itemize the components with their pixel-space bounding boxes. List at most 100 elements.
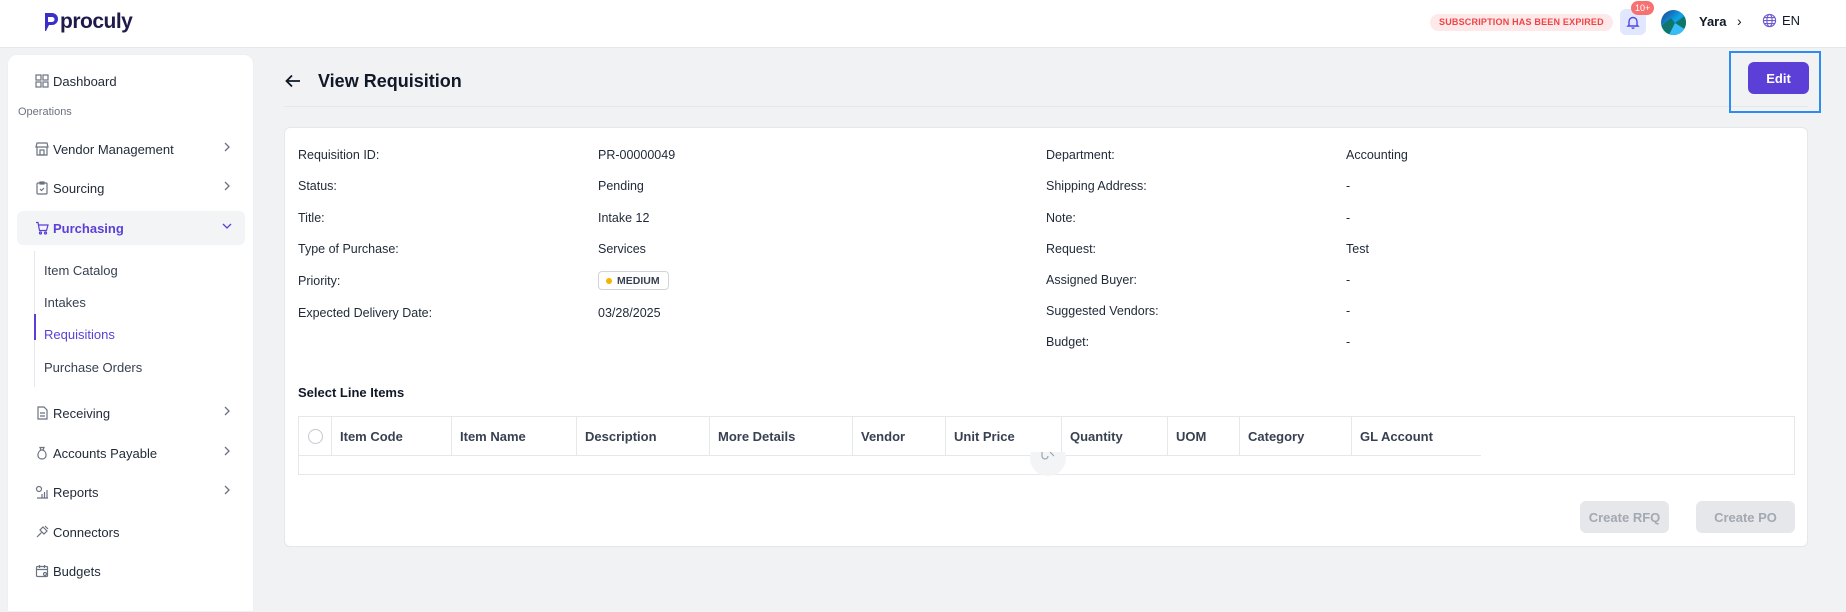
sidebar-item-label: Dashboard xyxy=(53,73,117,89)
priority-dot-icon xyxy=(606,277,612,284)
create-po-button[interactable]: Create PO xyxy=(1696,501,1795,533)
back-arrow-icon[interactable] xyxy=(284,72,302,90)
value-note: - xyxy=(1346,211,1351,225)
cart-icon xyxy=(36,221,49,235)
avatar-image-icon xyxy=(1661,15,1686,35)
priority-badge: MEDIUM xyxy=(598,271,669,290)
plug-icon xyxy=(36,525,49,538)
column-header-quantity[interactable]: Quantity xyxy=(1062,417,1168,456)
line-items-title: Select Line Items xyxy=(298,385,405,400)
dashboard-icon xyxy=(35,74,49,88)
sidebar-item-label: Budgets xyxy=(53,563,101,579)
sidebar-item-purchasing[interactable]: Purchasing xyxy=(17,211,245,245)
store-icon xyxy=(35,142,49,156)
sidebar-item-label: Receiving xyxy=(53,405,111,421)
line-items-table: Item Code Item Name Description More Det… xyxy=(298,416,1795,476)
value-expected-delivery-date: 03/28/2025 xyxy=(598,306,661,320)
logo[interactable]: proculy xyxy=(42,10,133,34)
column-header-description[interactable]: Description xyxy=(577,417,710,456)
value-budget: - xyxy=(1346,335,1351,349)
value-title: Intake 12 xyxy=(598,211,650,225)
active-indicator xyxy=(34,314,36,340)
empty-state-icon xyxy=(1030,452,1066,476)
label-budget: Budget: xyxy=(1046,335,1090,349)
purchasing-submenu: Item Catalog Intakes Requisitions Purcha… xyxy=(34,251,234,387)
value-suggested-vendors: - xyxy=(1346,304,1351,318)
label-shipping-address: Shipping Address: xyxy=(1046,179,1147,193)
label-title: Title: xyxy=(298,211,325,225)
avatar[interactable] xyxy=(1661,10,1686,35)
label-requisition-id: Requisition ID: xyxy=(298,148,380,162)
sidebar-item-label: Connectors xyxy=(53,524,120,540)
column-header-item-name[interactable]: Item Name xyxy=(452,417,577,456)
sidebar-subitem-intakes[interactable]: Intakes xyxy=(44,295,86,310)
column-header-unit-price[interactable]: Unit Price xyxy=(946,417,1062,456)
table-header: Item Code Item Name Description More Det… xyxy=(299,417,1481,456)
priority-value: MEDIUM xyxy=(617,274,660,287)
column-header-uom[interactable]: UOM xyxy=(1168,417,1240,456)
notification-count-badge: 10+ xyxy=(1631,1,1655,15)
value-shipping-address: - xyxy=(1346,179,1351,193)
label-expected-delivery-date: Expected Delivery Date: xyxy=(298,306,433,320)
sidebar-item-label: Purchasing xyxy=(53,220,124,236)
sidebar: Dashboard Operations Vendor Management S… xyxy=(7,54,254,612)
select-all-cell xyxy=(299,417,332,456)
globe-icon xyxy=(1762,13,1777,28)
label-type-of-purchase: Type of Purchase: xyxy=(298,242,399,256)
chevron-right-icon xyxy=(224,485,230,495)
chevron-right-icon xyxy=(224,406,230,416)
bell-icon xyxy=(1626,16,1640,29)
subscription-expired-badge[interactable]: SUBSCRIPTION HAS BEEN EXPIRED xyxy=(1430,14,1613,31)
sidebar-item-connectors[interactable]: Connectors xyxy=(17,515,245,549)
value-request: Test xyxy=(1346,242,1369,256)
label-status: Status: xyxy=(298,179,337,193)
label-priority: Priority: xyxy=(298,274,341,288)
value-type-of-purchase: Services xyxy=(598,242,646,256)
sidebar-item-reports[interactable]: Reports xyxy=(17,475,245,509)
section-label-operations: Operations xyxy=(18,106,72,118)
label-note: Note: xyxy=(1046,211,1076,225)
column-header-gl-account[interactable]: GL Account xyxy=(1352,417,1481,456)
requisition-details-card: Requisition ID: PR-00000049 Status: Pend… xyxy=(284,127,1808,547)
column-header-vendor[interactable]: Vendor xyxy=(853,417,946,456)
proculy-logo-icon xyxy=(45,13,58,31)
language-selector[interactable]: EN xyxy=(1762,13,1800,28)
chevron-down-icon xyxy=(222,223,232,229)
chevron-right-icon xyxy=(224,142,230,152)
label-assigned-buyer: Assigned Buyer: xyxy=(1046,273,1138,287)
label-department: Department: xyxy=(1046,148,1115,162)
sidebar-item-vendor-management[interactable]: Vendor Management xyxy=(17,132,245,166)
create-rfq-button[interactable]: Create RFQ xyxy=(1580,501,1669,533)
select-all-checkbox[interactable] xyxy=(308,429,323,444)
sidebar-subitem-requisitions[interactable]: Requisitions xyxy=(44,327,115,342)
chevron-right-icon xyxy=(224,446,230,456)
edit-button[interactable]: Edit xyxy=(1748,62,1809,94)
money-bag-icon xyxy=(37,446,47,460)
document-icon xyxy=(37,406,48,420)
value-department: Accounting xyxy=(1346,148,1408,162)
sidebar-item-label: Reports xyxy=(53,484,99,500)
header-divider xyxy=(284,106,1808,107)
calendar-budget-icon xyxy=(35,565,49,578)
sidebar-subitem-item-catalog[interactable]: Item Catalog xyxy=(44,263,118,278)
sidebar-item-accounts-payable[interactable]: Accounts Payable xyxy=(17,436,245,470)
sidebar-item-label: Vendor Management xyxy=(53,141,174,157)
sidebar-item-budgets[interactable]: Budgets xyxy=(17,554,245,588)
sidebar-subitem-purchase-orders[interactable]: Purchase Orders xyxy=(44,360,142,375)
sidebar-item-sourcing[interactable]: Sourcing xyxy=(17,171,245,205)
reports-icon xyxy=(35,485,48,499)
column-header-category[interactable]: Category xyxy=(1240,417,1352,456)
column-header-item-code[interactable]: Item Code xyxy=(332,417,452,456)
language-label: EN xyxy=(1782,13,1801,28)
chevron-right-icon xyxy=(224,181,230,191)
user-menu-chevron-icon[interactable]: › xyxy=(1737,13,1742,29)
sidebar-item-dashboard[interactable]: Dashboard xyxy=(17,64,245,98)
sidebar-item-label: Sourcing xyxy=(53,180,105,196)
sidebar-item-receiving[interactable]: Receiving xyxy=(17,396,245,430)
column-header-more-details[interactable]: More Details xyxy=(710,417,853,456)
top-bar: proculy SUBSCRIPTION HAS BEEN EXPIRED 10… xyxy=(0,0,1846,48)
user-name[interactable]: Yara xyxy=(1699,14,1726,29)
logo-text: proculy xyxy=(60,10,133,33)
sidebar-item-label: Accounts Payable xyxy=(53,445,158,461)
value-requisition-id: PR-00000049 xyxy=(598,148,676,162)
